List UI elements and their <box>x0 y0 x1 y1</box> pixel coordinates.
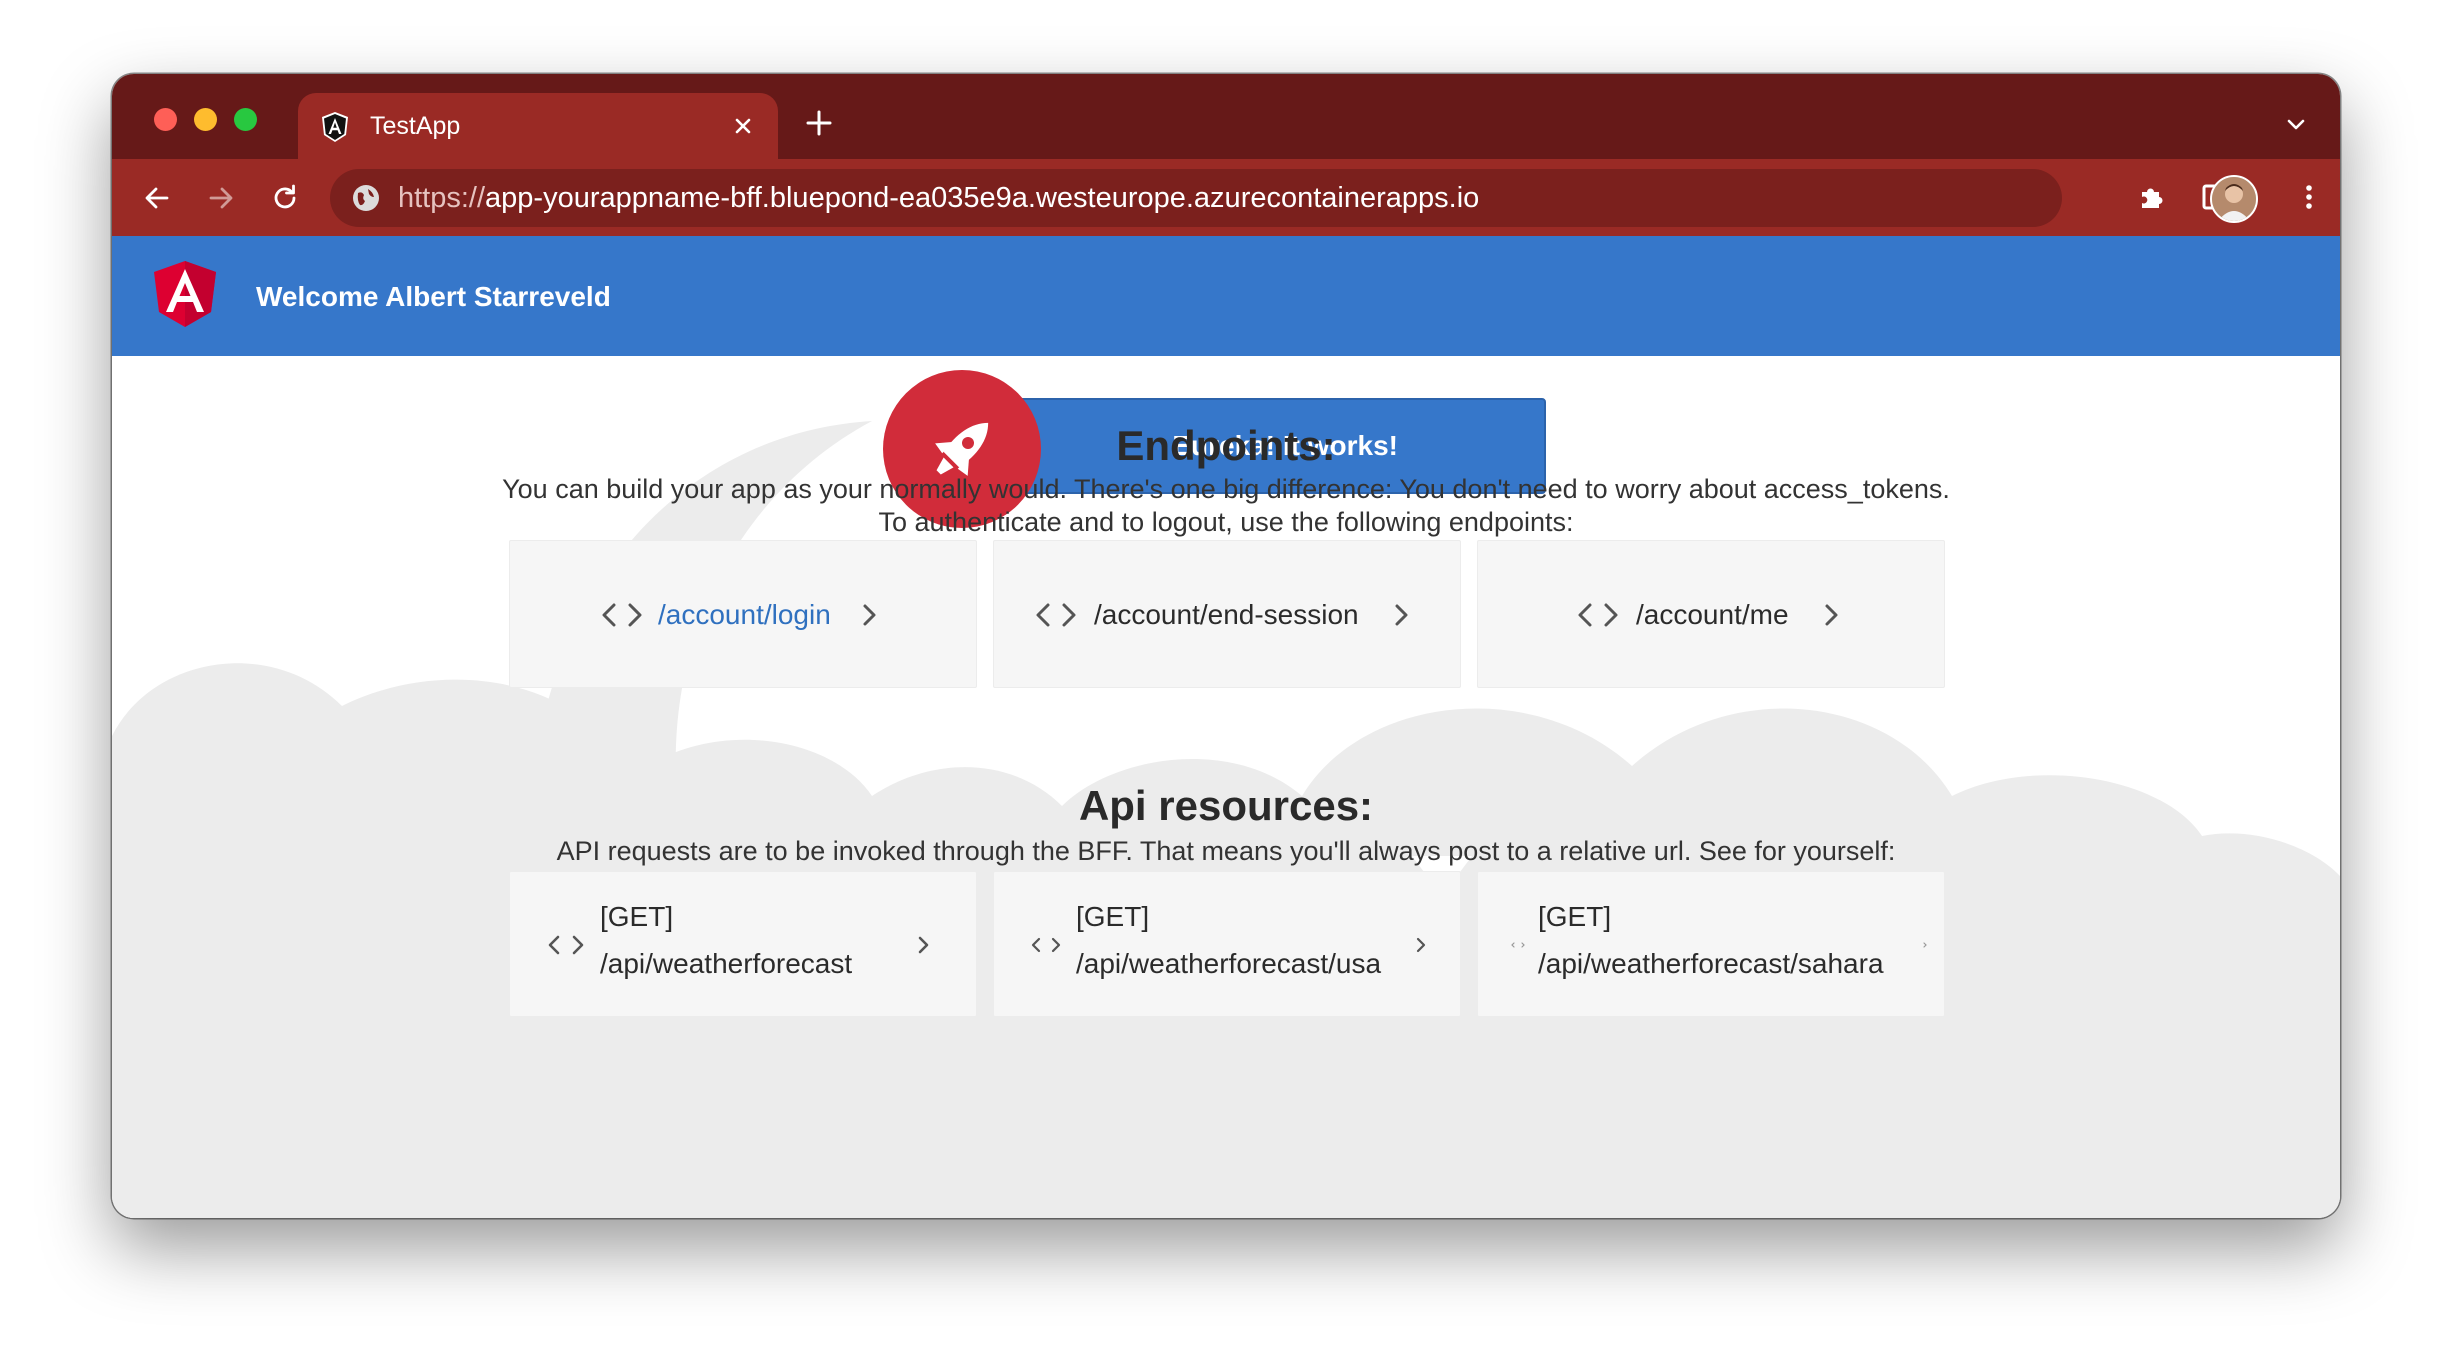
api-path-label: /api/weatherforecast <box>600 948 853 979</box>
chevron-right-icon <box>1416 937 1426 953</box>
profile-avatar[interactable] <box>2210 175 2258 223</box>
close-icon[interactable] <box>728 111 758 141</box>
api-card-weatherforecast-usa[interactable]: [GET] /api/weatherforecast/usa <box>993 871 1461 1017</box>
reload-icon[interactable] <box>268 181 302 215</box>
tab-title: TestApp <box>370 112 461 140</box>
maximize-window-button[interactable] <box>234 108 257 131</box>
angular-favicon-icon <box>322 112 348 142</box>
api-method-label: [GET] <box>1076 901 1150 932</box>
welcome-message: Welcome Albert Starreveld <box>256 281 611 312</box>
api-method-label: [GET] <box>600 901 674 932</box>
code-icon <box>1036 603 1076 627</box>
code-icon <box>548 935 584 955</box>
site-info-icon[interactable] <box>350 182 382 214</box>
api-method-label: [GET] <box>1538 901 1612 932</box>
close-window-button[interactable] <box>154 108 177 131</box>
endpoints-description-line2: To authenticate and to logout, use the f… <box>878 507 1574 537</box>
code-icon <box>1511 942 1525 948</box>
endpoint-me-label: /account/me <box>1636 599 1789 630</box>
chevron-right-icon <box>1923 942 1927 948</box>
browser-window: TestApp https://app-yourappname-bff.blue… <box>112 74 2340 1218</box>
code-icon <box>1031 937 1061 953</box>
endpoint-card-me[interactable]: /account/me <box>1477 540 1945 688</box>
code-icon <box>602 603 642 627</box>
url-host: app-yourappname-bff.bluepond-ea035e9a.we… <box>485 182 1480 214</box>
endpoint-end-session-label: /account/end-session <box>1094 599 1359 630</box>
endpoint-card-end-session[interactable]: /account/end-session <box>993 540 1461 688</box>
minimize-window-button[interactable] <box>194 108 217 131</box>
endpoint-login-link[interactable]: /account/login <box>658 598 831 632</box>
code-icon <box>1578 603 1618 627</box>
background-illustration <box>112 421 2340 1218</box>
api-path-label: /api/weatherforecast/usa <box>1076 948 1382 979</box>
chevron-right-icon <box>1395 604 1408 626</box>
chevron-right-icon <box>1825 604 1838 626</box>
endpoints-heading: Endpoints: <box>1116 422 1336 469</box>
tab-testapp[interactable]: TestApp <box>298 93 778 159</box>
endpoint-card-login[interactable]: /account/login <box>509 540 977 688</box>
forward-arrow-icon[interactable] <box>204 181 238 215</box>
api-path-label: /api/weatherforecast/sahara <box>1538 948 1884 979</box>
address-bar[interactable]: https://app-yourappname-bff.bluepond-ea0… <box>330 169 2062 227</box>
puzzle-piece-icon[interactable] <box>2134 180 2168 214</box>
more-vertical-icon[interactable] <box>2292 180 2326 214</box>
back-arrow-icon[interactable] <box>140 181 174 215</box>
api-card-weatherforecast[interactable]: [GET] /api/weatherforecast <box>509 871 977 1017</box>
api-resources-heading: Api resources: <box>1078 782 1374 829</box>
angular-logo-icon[interactable] <box>154 261 216 327</box>
chevron-down-icon[interactable] <box>2282 110 2310 138</box>
api-card-weatherforecast-sahara[interactable]: [GET] /api/weatherforecast/sahara <box>1477 871 1945 1017</box>
chevron-right-icon <box>918 936 929 954</box>
api-resources-description: API requests are to be invoked through t… <box>556 836 1896 866</box>
tab-strip: TestApp <box>112 74 2340 159</box>
app-header: Welcome Albert Starreveld <box>112 236 2340 356</box>
chevron-right-icon <box>863 604 876 626</box>
plus-icon[interactable] <box>802 106 836 140</box>
browser-toolbar: https://app-yourappname-bff.bluepond-ea0… <box>112 159 2340 236</box>
profile-photo-icon <box>2212 177 2256 221</box>
url-text: https://app-yourappname-bff.bluepond-ea0… <box>398 182 1479 214</box>
url-scheme: https:// <box>398 182 486 214</box>
page-content: Welcome Albert Starreveld Eureka! It wor… <box>112 236 2340 1218</box>
endpoints-description-line1: You can build your app as your normally … <box>502 474 1950 504</box>
